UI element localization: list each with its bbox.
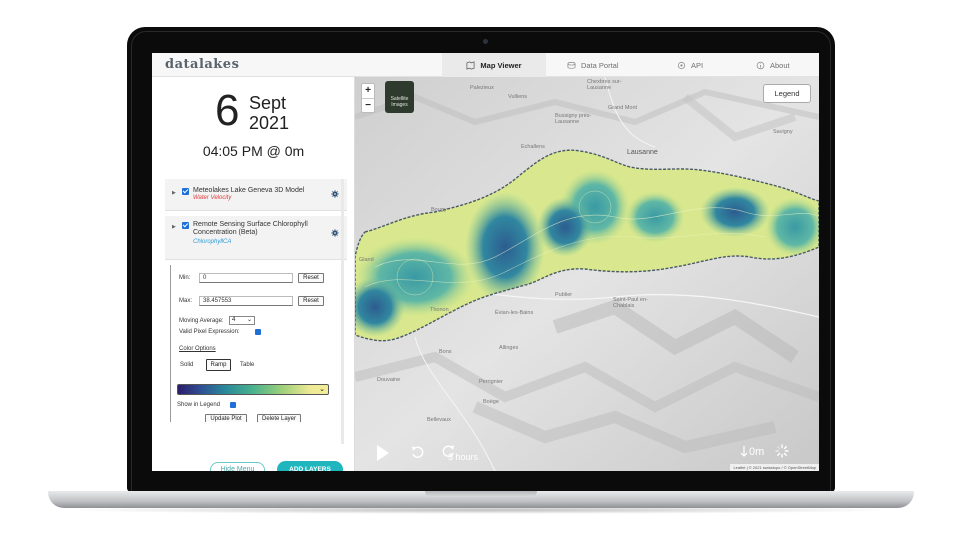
place-label: Gland xyxy=(359,257,374,263)
min-label: Min: xyxy=(179,275,191,281)
layer-checkbox[interactable] xyxy=(182,188,189,195)
nav-label: About xyxy=(770,60,790,70)
max-input[interactable]: 38.457553 xyxy=(199,296,293,306)
place-label: Bons xyxy=(439,349,452,355)
nav-api[interactable]: API xyxy=(677,53,703,77)
chevron-down-icon: ⌄ xyxy=(319,386,325,393)
depth-label[interactable]: 0m xyxy=(749,446,764,458)
app-logo[interactable]: datalakes xyxy=(165,57,239,72)
map-attribution[interactable]: Leaflet | © 2021 swisstopo / © OpenStree… xyxy=(730,464,819,471)
place-label: Vulliens xyxy=(508,94,528,100)
map-canvas[interactable] xyxy=(355,77,819,471)
api-icon xyxy=(677,61,686,69)
min-reset-button[interactable]: Reset xyxy=(298,273,324,283)
max-label: Max: xyxy=(179,298,193,304)
place-label: Savigny xyxy=(773,129,793,135)
loading-spinner-icon xyxy=(775,444,789,458)
place-label: Thonon xyxy=(430,307,449,313)
date-time-depth[interactable]: 04:05 PM @ 0m xyxy=(152,143,355,159)
color-options-label: Color Options xyxy=(179,346,216,352)
date-month[interactable]: Sept xyxy=(249,93,286,114)
place-label: Saint-Paul en-Chablais xyxy=(613,297,648,309)
place-label: Publier xyxy=(555,292,573,298)
color-tab-table[interactable]: Table xyxy=(240,362,254,368)
layer-title: Remote Sensing Surface Chlorophyll Conce… xyxy=(193,221,308,236)
play-icon[interactable] xyxy=(377,445,389,461)
place-label: Lausanne xyxy=(627,149,658,156)
show-in-legend-label: Show in Legend xyxy=(177,402,221,408)
legend-button[interactable]: Legend xyxy=(763,84,811,103)
moving-average-select[interactable]: 4 ⌄ xyxy=(229,316,255,325)
layer-subtitle: Water Velocity xyxy=(193,195,232,201)
product-mockup: datalakes Map Viewer Data Portal API Abo… xyxy=(0,0,960,548)
place-label: Chexbres sur-Lausanne xyxy=(587,79,622,91)
top-navigation: datalakes Map Viewer Data Portal API Abo… xyxy=(152,53,819,77)
app-screen: datalakes Map Viewer Data Portal API Abo… xyxy=(152,53,819,471)
show-in-legend-checkbox[interactable] xyxy=(230,402,236,408)
max-reset-button[interactable]: Reset xyxy=(298,296,324,306)
nav-label: API xyxy=(691,60,704,70)
nav-map-viewer[interactable]: Map Viewer xyxy=(442,53,546,77)
layer-checkbox[interactable] xyxy=(182,222,189,229)
min-input[interactable]: 0 xyxy=(199,273,293,283)
place-label: Echallens xyxy=(521,144,545,150)
date-day[interactable]: 6 xyxy=(215,89,239,133)
zoom-control: + − xyxy=(361,83,375,113)
nav-label: Data Portal xyxy=(581,60,619,70)
place-label: Palezieux xyxy=(470,85,494,91)
place-label: Douvaine xyxy=(377,377,401,383)
expand-arrow-icon[interactable]: ▶ xyxy=(172,190,176,196)
rewind-icon[interactable] xyxy=(411,445,424,460)
data-portal-icon xyxy=(567,61,576,69)
nav-data-portal[interactable]: Data Portal xyxy=(567,53,619,77)
delete-layer-button[interactable]: Delete Layer xyxy=(257,414,301,422)
update-plot-button[interactable]: Update Plot xyxy=(205,414,247,422)
layer-item-chlorophyll[interactable]: ▶ Remote Sensing Surface Chlorophyll Con… xyxy=(165,216,347,260)
color-ramp-select[interactable]: ⌄ xyxy=(177,384,329,395)
webcam-icon xyxy=(483,39,488,44)
date-year[interactable]: 2021 xyxy=(249,113,289,134)
basemap-toggle[interactable]: Satellite Images xyxy=(385,81,414,113)
layer-title: Meteolakes Lake Geneva 3D Model xyxy=(193,187,305,194)
layer-settings-panel: Min: 0 Reset Max: 38.457553 Reset Moving… xyxy=(170,265,342,422)
place-label: Évian-les-Bains xyxy=(495,310,534,316)
expand-arrow-icon[interactable]: ▶ xyxy=(172,224,176,230)
sidebar: 6 Sept 2021 04:05 PM @ 0m ▶ Meteolakes L… xyxy=(152,77,355,471)
valid-pixel-checkbox[interactable] xyxy=(255,329,261,335)
color-tab-solid[interactable]: Solid xyxy=(180,362,193,368)
time-step-label[interactable]: 3 hours xyxy=(448,452,478,462)
map-viewer-icon xyxy=(466,60,475,70)
place-label: Boëge xyxy=(483,399,499,405)
nav-about[interactable]: About xyxy=(756,53,790,77)
place-label: Bussigny près-Lausanne xyxy=(555,113,592,125)
gear-icon[interactable] xyxy=(331,229,339,237)
place-label: Grand Mont xyxy=(608,105,638,111)
place-label: Allinges xyxy=(499,345,519,351)
layer-item-water-velocity[interactable]: ▶ Meteolakes Lake Geneva 3D Model Water … xyxy=(165,179,347,211)
color-tab-ramp[interactable]: Ramp xyxy=(206,359,231,371)
about-icon xyxy=(756,61,765,69)
place-label: Bougy xyxy=(431,207,447,213)
nav-label: Map Viewer xyxy=(480,60,522,70)
place-label: Bellevaux xyxy=(427,417,451,423)
valid-pixel-label: Valid Pixel Expression: xyxy=(179,329,240,335)
sidebar-scrollbar[interactable] xyxy=(341,179,344,444)
gear-icon[interactable] xyxy=(331,190,339,198)
map-view[interactable]: + − Satellite Images Legend Chexbres sur… xyxy=(355,77,819,471)
laptop-notch xyxy=(425,491,537,497)
hide-menu-button[interactable]: Hide Menu xyxy=(210,462,265,471)
place-label: Perrignier xyxy=(479,379,503,385)
layer-subtitle: ChlorophyllCA xyxy=(193,239,232,245)
add-layers-button[interactable]: ADD LAYERS xyxy=(277,461,343,471)
zoom-in-button[interactable]: + xyxy=(362,84,374,98)
zoom-out-button[interactable]: − xyxy=(362,98,374,112)
moving-average-label: Moving Average: xyxy=(179,318,224,324)
depth-arrow-icon[interactable] xyxy=(740,445,748,458)
